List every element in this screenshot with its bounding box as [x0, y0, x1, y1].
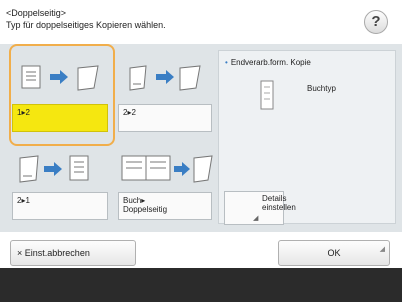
- two-to-two-icon: [118, 56, 214, 101]
- book-type-icon: [259, 79, 277, 118]
- option-two-to-one[interactable]: 2▸1: [12, 192, 108, 220]
- dialog-title: <Doppelseitig>: [6, 8, 67, 18]
- help-button[interactable]: ?: [364, 10, 388, 34]
- finishing-value: Buchtyp: [307, 84, 336, 93]
- option-book-line2: Doppelseitig: [123, 205, 168, 214]
- corner-arrow-icon: ◢: [253, 215, 259, 222]
- finishing-title: • Endverarb.form. Kopie: [225, 58, 311, 67]
- close-icon: ×: [17, 248, 23, 258]
- header: <Doppelseitig> Typ für doppelseitiges Ko…: [0, 0, 402, 44]
- book-to-duplex-icon: [118, 150, 214, 193]
- ok-button[interactable]: OK ◢: [278, 240, 390, 266]
- option-book-to-duplex[interactable]: Buch▸ Doppelseitig: [118, 192, 212, 220]
- dialog-subtitle: Typ für doppelseitiges Kopieren wählen.: [6, 20, 166, 30]
- bullet-icon: •: [225, 58, 228, 67]
- cancel-settings-button[interactable]: × Einst.abbrechen: [10, 240, 136, 266]
- option-two-to-two[interactable]: 2▸2: [118, 104, 212, 132]
- corner-arrow-icon: ◢: [379, 246, 385, 253]
- details-label: Details einstellen: [262, 194, 296, 212]
- status-bar: [0, 268, 402, 302]
- option-book-line1: Buch▸: [123, 196, 146, 205]
- two-to-one-icon: [12, 150, 108, 193]
- focus-ring: [9, 44, 115, 146]
